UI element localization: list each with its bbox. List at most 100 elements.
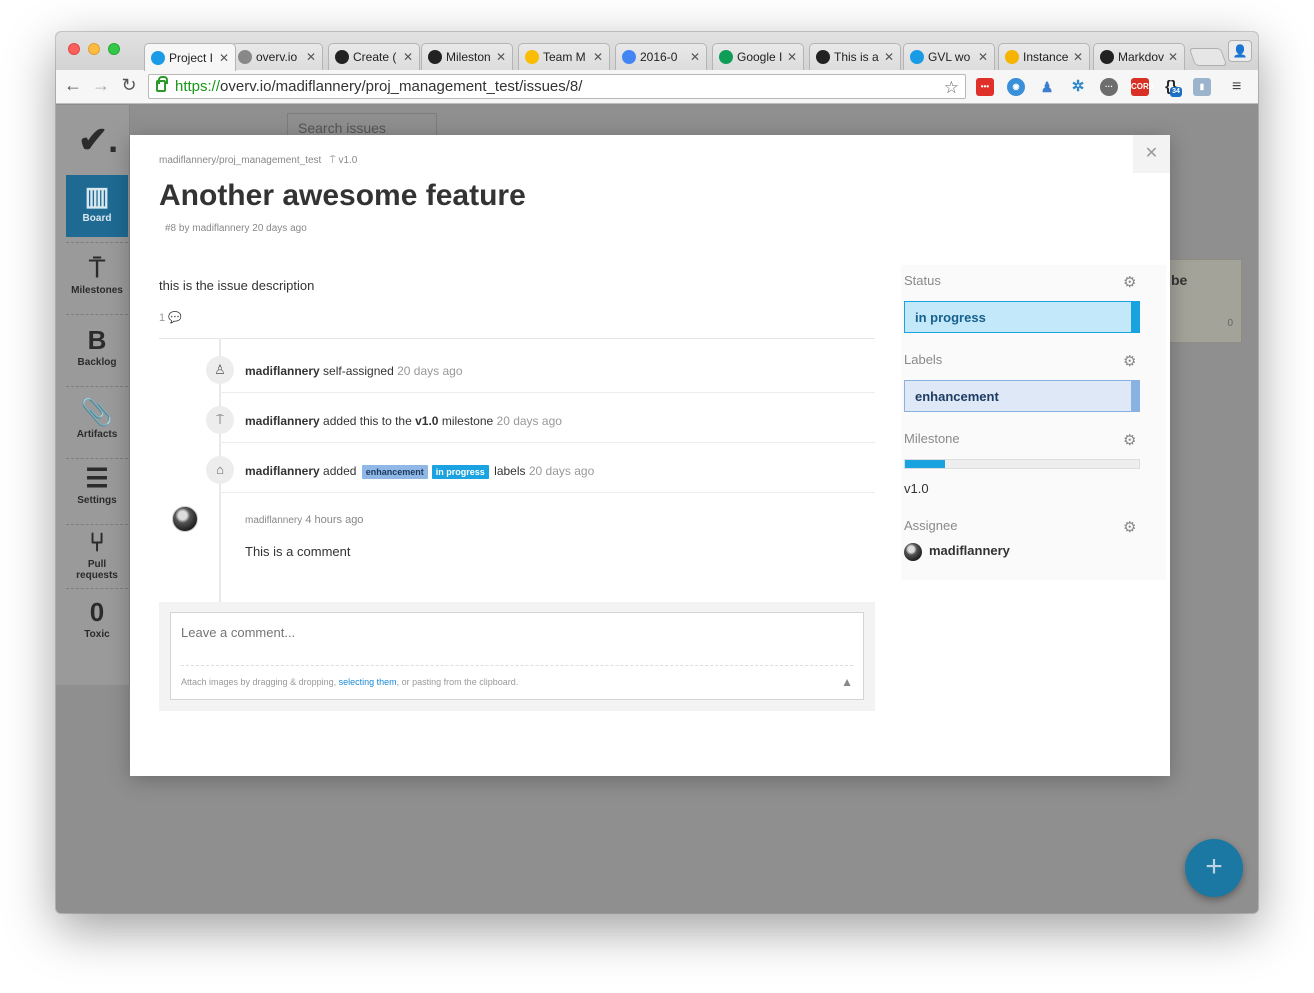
- sidebar-item-label: Backlog: [77, 357, 117, 368]
- tab-2[interactable]: Create ( ✕: [328, 43, 420, 70]
- pull-request-icon: ⑂: [89, 527, 105, 557]
- minimize-window-button[interactable]: [88, 43, 100, 55]
- event-user[interactable]: madiflannery: [245, 464, 320, 478]
- sidebar-item-backlog[interactable]: B Backlog: [66, 319, 128, 381]
- tab-5[interactable]: 2016-0 ✕: [615, 43, 707, 70]
- close-tab-icon[interactable]: ✕: [884, 50, 894, 64]
- tab-label: Google I: [737, 50, 783, 64]
- cors-extension-icon[interactable]: CORS: [1131, 78, 1154, 96]
- label-enhancement[interactable]: enhancement: [904, 380, 1140, 412]
- globe-extension-icon[interactable]: ◉: [1007, 78, 1025, 96]
- chrome-menu-icon[interactable]: ≡: [1232, 78, 1241, 96]
- close-window-button[interactable]: [68, 43, 80, 55]
- event-text: madiflannery self-assigned 20 days ago: [245, 364, 463, 378]
- status-label: Status: [904, 273, 941, 288]
- sidebar-item-artifacts[interactable]: 📎 Artifacts: [66, 391, 128, 453]
- address-bar[interactable]: https://overv.io/madiflannery/proj_manag…: [148, 74, 966, 99]
- new-tab-button[interactable]: [1188, 48, 1228, 66]
- sidebar-item-label: Settings: [77, 495, 117, 506]
- sidebar-item-milestones[interactable]: ⍑ Milestones: [66, 247, 128, 309]
- profile-icon[interactable]: 👤: [1228, 40, 1252, 62]
- milestone-value[interactable]: v1.0: [904, 481, 929, 496]
- url-scheme: https://: [175, 78, 221, 95]
- close-tab-icon[interactable]: ✕: [978, 50, 988, 64]
- sidebar-item-toxic[interactable]: 0 Toxic: [66, 591, 128, 653]
- event-text: madiflannery added this to the v1.0 mile…: [245, 414, 562, 428]
- add-issue-button[interactable]: +: [1185, 839, 1243, 897]
- close-tab-icon[interactable]: ✕: [496, 50, 506, 64]
- close-modal-button[interactable]: ✕: [1133, 135, 1170, 173]
- close-tab-icon[interactable]: ✕: [690, 50, 700, 64]
- event-user[interactable]: madiflannery: [245, 364, 320, 378]
- github-icon: [1100, 50, 1114, 64]
- close-tab-icon[interactable]: ✕: [403, 50, 413, 64]
- labels-gear-icon[interactable]: ⚙: [1123, 352, 1136, 370]
- event-action: self-assigned: [323, 364, 394, 378]
- person-extension-icon[interactable]: ♟: [1038, 78, 1056, 96]
- repo-name[interactable]: madiflannery/proj_management_test: [159, 155, 321, 166]
- close-tab-icon[interactable]: ✕: [787, 50, 797, 64]
- comment-body: This is a comment: [245, 544, 351, 559]
- tab-label: Create (: [353, 50, 397, 64]
- tab-6[interactable]: Google I ✕: [712, 43, 804, 70]
- timeline-event: ♙ madiflannery self-assigned 20 days ago: [206, 343, 875, 393]
- milestone-tag[interactable]: v1.0: [338, 155, 357, 166]
- comment-count-value: 1: [159, 312, 166, 324]
- status-gear-icon[interactable]: ⚙: [1123, 273, 1136, 291]
- tab-4[interactable]: Team M ✕: [518, 43, 610, 70]
- sidebar-item-pull-requests[interactable]: ⑂ Pull requests: [66, 521, 128, 585]
- repo-breadcrumb: madiflannery/proj_management_test ⍑ v1.0: [159, 155, 357, 166]
- google-drive-icon[interactable]: ▲: [841, 675, 853, 689]
- avatar[interactable]: [904, 543, 922, 561]
- book-extension-icon[interactable]: ▮: [1193, 78, 1211, 96]
- hub-extension-icon[interactable]: ✲: [1069, 78, 1087, 96]
- tag-icon: ⌂: [206, 456, 234, 484]
- maximize-window-button[interactable]: [108, 43, 120, 55]
- close-tab-icon[interactable]: ✕: [306, 50, 316, 64]
- back-icon[interactable]: ←: [62, 75, 84, 96]
- tab-7[interactable]: This is a ✕: [809, 43, 901, 70]
- milestone-gear-icon[interactable]: ⚙: [1123, 431, 1136, 449]
- tab-3[interactable]: Mileston ✕: [421, 43, 513, 70]
- select-files-link[interactable]: selecting them: [339, 677, 397, 687]
- chat-extension-icon[interactable]: ···: [1100, 78, 1118, 96]
- close-tab-icon[interactable]: ✕: [219, 51, 229, 65]
- app-logo-icon[interactable]: ✔.: [78, 119, 118, 161]
- comment-input[interactable]: [181, 625, 853, 640]
- sidebar-divider: [66, 314, 128, 315]
- bookmark-star-icon[interactable]: ☆: [944, 76, 959, 99]
- reload-icon[interactable]: ↻: [118, 75, 140, 96]
- sidebar-item-board[interactable]: ▥ Board: [66, 175, 128, 237]
- attach-help-post: , or pasting from the clipboard.: [396, 677, 519, 687]
- sidebar-divider: [66, 242, 128, 243]
- timeline-event: ⌂ madiflannery added enhancement in progr…: [206, 443, 875, 493]
- tab-10[interactable]: Markdov ✕: [1093, 43, 1185, 70]
- sliders-icon: ☰: [85, 463, 109, 493]
- close-tab-icon[interactable]: ✕: [593, 50, 603, 64]
- close-tab-icon[interactable]: ✕: [1168, 50, 1178, 64]
- status-badge[interactable]: in progress: [904, 301, 1140, 333]
- close-tab-icon[interactable]: ✕: [1073, 50, 1083, 64]
- forward-icon[interactable]: →: [90, 75, 112, 96]
- hangouts-icon: [719, 50, 733, 64]
- app-background: ✔. ▥ Board ⍑ Milestones B Backlog 📎 Artifacts ☰ S…: [56, 105, 1258, 913]
- browser-toolbar: ← → ↻ https://overv.io/madiflannery/proj…: [56, 70, 1258, 104]
- tab-1[interactable]: overv.io ✕: [231, 43, 323, 70]
- milestone-progress-bar: [904, 459, 1140, 469]
- tab-9[interactable]: Instance ✕: [998, 43, 1090, 70]
- comment-user[interactable]: madiflannery: [245, 515, 302, 526]
- lastpass-icon[interactable]: •••: [976, 78, 994, 96]
- tab-0[interactable]: Project I ✕: [144, 43, 236, 71]
- event-user[interactable]: madiflannery: [245, 414, 320, 428]
- assignee-name[interactable]: madiflannery: [929, 543, 1010, 558]
- assignee-gear-icon[interactable]: ⚙: [1123, 518, 1136, 536]
- label-badge-enhancement[interactable]: enhancement: [361, 465, 428, 479]
- tab-8[interactable]: GVL wo ✕: [903, 43, 995, 70]
- sidebar-item-settings[interactable]: ☰ Settings: [66, 457, 128, 519]
- timeline-event: ⍑ madiflannery added this to the v1.0 mi…: [206, 393, 875, 443]
- label-badge-in-progress[interactable]: in progress: [431, 465, 489, 479]
- avatar[interactable]: [172, 506, 198, 532]
- event-milestone[interactable]: v1.0: [415, 414, 438, 428]
- labels-label: Labels: [904, 352, 943, 367]
- background-card[interactable]: be 0: [1168, 259, 1242, 343]
